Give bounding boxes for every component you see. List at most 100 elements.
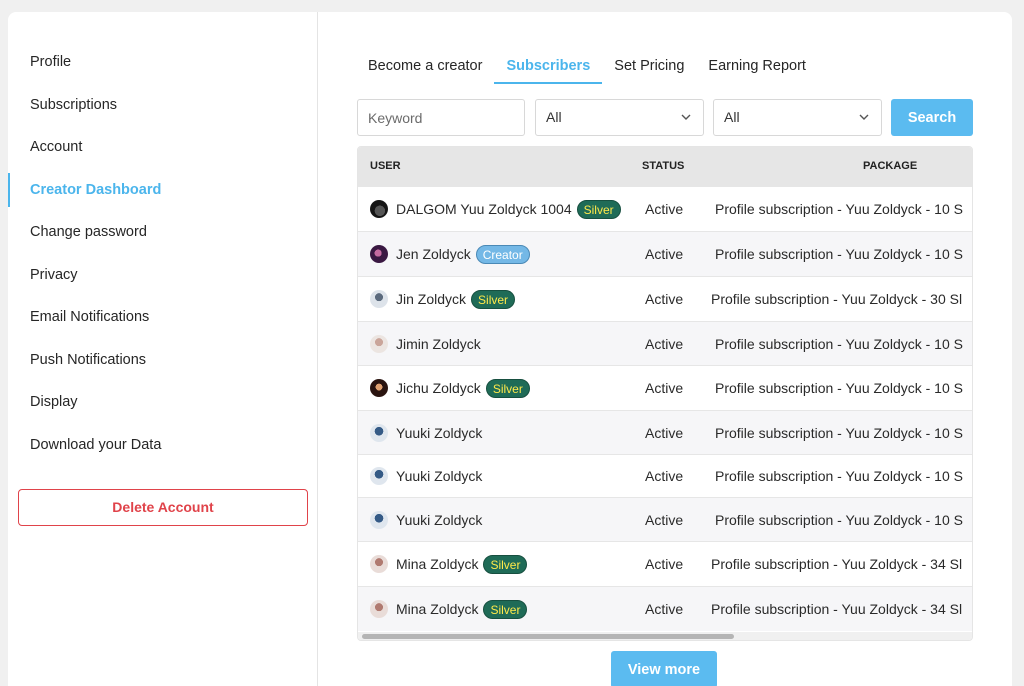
subscribers-table: USER STATUS PACKAGE DALGOM Yuu Zoldyck 1… [357, 146, 973, 641]
table-row[interactable]: Jen Zoldyck Creator Active Profile subscrip… [358, 231, 972, 276]
cell-user: Yuuki Zoldyck [370, 455, 482, 497]
tab-become-creator[interactable]: Become a creator [366, 52, 494, 84]
cell-status: Active [645, 201, 684, 217]
sidebar-item-account[interactable]: Account [8, 130, 317, 164]
cell-status: Active [645, 424, 684, 441]
cell-user: DALGOM Yuu Zoldyck 1004 Silver [370, 187, 621, 231]
user-name[interactable]: Yuuki Zoldyck [396, 512, 482, 528]
cell-status: Active [645, 468, 684, 484]
delete-account-button[interactable]: Delete Account [18, 489, 308, 526]
filter-select-1[interactable]: All [535, 99, 704, 136]
sidebar-item-email-notifications[interactable]: Email Notifications [8, 300, 317, 334]
user-name[interactable]: Jimin Zoldyck [396, 336, 481, 352]
cell-package: Profile subscription - Yuu Zoldyck - 10 … [715, 246, 963, 262]
cell-user: Jichu Zoldyck Silver [370, 366, 530, 410]
table-row[interactable]: Jichu Zoldyck Silver Active Profile subscri… [358, 365, 972, 410]
cell-user: Mina Zoldyck Silver [370, 587, 528, 631]
avatar [370, 290, 388, 308]
tier-badge: Silver [483, 554, 528, 574]
creator-dashboard-main: Become a creator Subscribers Set Pricing… [318, 12, 1012, 686]
filter-select-1-value: All [546, 109, 562, 125]
cell-package: Profile subscription - Yuu Zoldyck - 30 … [711, 291, 963, 307]
tier-badge: Silver [576, 199, 621, 219]
chevron-down-icon [681, 114, 691, 120]
settings-sidebar: Profile Subscriptions Account Creator Da… [8, 12, 318, 686]
cell-status: Active [645, 556, 684, 572]
avatar [370, 379, 388, 397]
tab-set-pricing[interactable]: Set Pricing [602, 52, 696, 84]
column-header-status: STATUS [642, 160, 685, 172]
sidebar-item-privacy[interactable]: Privacy [8, 258, 317, 292]
cell-user: Yuuki Zoldyck [370, 498, 482, 541]
sidebar-item-change-password[interactable]: Change password [8, 215, 317, 249]
table-row[interactable]: Jimin Zoldyck Active Profile subscription … [358, 321, 972, 365]
avatar [370, 467, 388, 485]
sidebar-item-push-notifications[interactable]: Push Notifications [8, 343, 317, 377]
avatar [370, 600, 388, 618]
view-more-button[interactable]: View more [611, 651, 717, 686]
settings-card: Profile Subscriptions Account Creator Da… [8, 12, 1012, 686]
table-header: USER STATUS PACKAGE [358, 147, 972, 186]
sidebar-item-download-data[interactable]: Download your Data [8, 428, 317, 462]
cell-status: Active [645, 335, 684, 352]
cell-package: Profile subscription - Yuu Zoldyck - 10 … [715, 511, 963, 528]
scrollbar-thumb[interactable] [362, 634, 734, 639]
cell-package: Profile subscription - Yuu Zoldyck - 10 … [715, 468, 963, 484]
tab-subscribers[interactable]: Subscribers [494, 52, 603, 84]
search-button[interactable]: Search [891, 99, 973, 136]
table-row[interactable]: DALGOM Yuu Zoldyck 1004 Silver Active Profi… [358, 186, 972, 231]
cell-user: Jin Zoldyck Silver [370, 277, 516, 321]
cell-package: Profile subscription - Yuu Zoldyck - 34 … [711, 556, 963, 572]
sidebar-item-display[interactable]: Display [8, 385, 317, 419]
column-header-package: PACKAGE [863, 160, 918, 172]
cell-status: Active [645, 291, 684, 307]
cell-status: Active [645, 601, 684, 617]
cell-package: Profile subscription - Yuu Zoldyck - 10 … [715, 424, 963, 441]
filter-select-2-value: All [724, 109, 740, 125]
column-header-user: USER [370, 160, 401, 172]
cell-package: Profile subscription - Yuu Zoldyck - 10 … [715, 335, 963, 352]
sidebar-item-profile[interactable]: Profile [8, 45, 317, 79]
avatar [370, 200, 388, 218]
tier-badge: Silver [485, 378, 530, 398]
horizontal-scrollbar[interactable] [358, 632, 972, 640]
avatar [370, 334, 388, 353]
table-row[interactable]: Yuuki Zoldyck Active Profile subscription … [358, 497, 972, 541]
user-name[interactable]: DALGOM Yuu Zoldyck 1004 [396, 201, 572, 217]
table-row[interactable]: Mina Zoldyck Silver Active Profile subscrip… [358, 541, 972, 586]
table-row[interactable]: Mina Zoldyck Silver Active Profile subscrip… [358, 586, 972, 631]
table-row[interactable]: Yuuki Zoldyck Active Profile subscription … [358, 410, 972, 454]
table-row[interactable]: Jin Zoldyck Silver Active Profile subscript… [358, 276, 972, 321]
cell-status: Active [645, 380, 684, 396]
user-name[interactable]: Yuuki Zoldyck [396, 468, 482, 484]
avatar [370, 423, 388, 442]
cell-status: Active [645, 246, 684, 262]
filter-select-2[interactable]: All [713, 99, 882, 136]
subscriber-filters: All All Search [357, 99, 973, 136]
tier-badge: Silver [483, 599, 528, 619]
cell-user: Jen Zoldyck Creator [370, 232, 530, 276]
cell-user: Mina Zoldyck Silver [370, 542, 528, 586]
cell-user: Jimin Zoldyck [370, 322, 481, 365]
user-name[interactable]: Mina Zoldyck [396, 556, 478, 572]
keyword-input[interactable] [357, 99, 525, 136]
cell-package: Profile subscription - Yuu Zoldyck - 34 … [711, 601, 963, 617]
chevron-down-icon [859, 114, 869, 120]
sidebar-item-subscriptions[interactable]: Subscriptions [8, 88, 317, 122]
tier-badge: Silver [471, 289, 516, 309]
tab-earning-report[interactable]: Earning Report [696, 52, 818, 84]
user-name[interactable]: Jen Zoldyck [396, 246, 471, 262]
table-row[interactable]: Yuuki Zoldyck Active Profile subscription … [358, 454, 972, 497]
user-name[interactable]: Jichu Zoldyck [396, 380, 481, 396]
dashboard-tabs: Become a creator Subscribers Set Pricing… [366, 52, 818, 84]
avatar [370, 245, 388, 263]
sidebar-item-creator-dashboard[interactable]: Creator Dashboard [8, 173, 317, 207]
cell-status: Active [645, 511, 684, 528]
avatar [370, 555, 388, 573]
cell-user: Yuuki Zoldyck [370, 411, 482, 454]
cell-package: Profile subscription - Yuu Zoldyck - 10 … [715, 380, 963, 396]
user-name[interactable]: Jin Zoldyck [396, 291, 466, 307]
user-name[interactable]: Mina Zoldyck [396, 601, 478, 617]
cell-package: Profile subscription - Yuu Zoldyck - 10 … [715, 201, 963, 217]
user-name[interactable]: Yuuki Zoldyck [396, 425, 482, 441]
